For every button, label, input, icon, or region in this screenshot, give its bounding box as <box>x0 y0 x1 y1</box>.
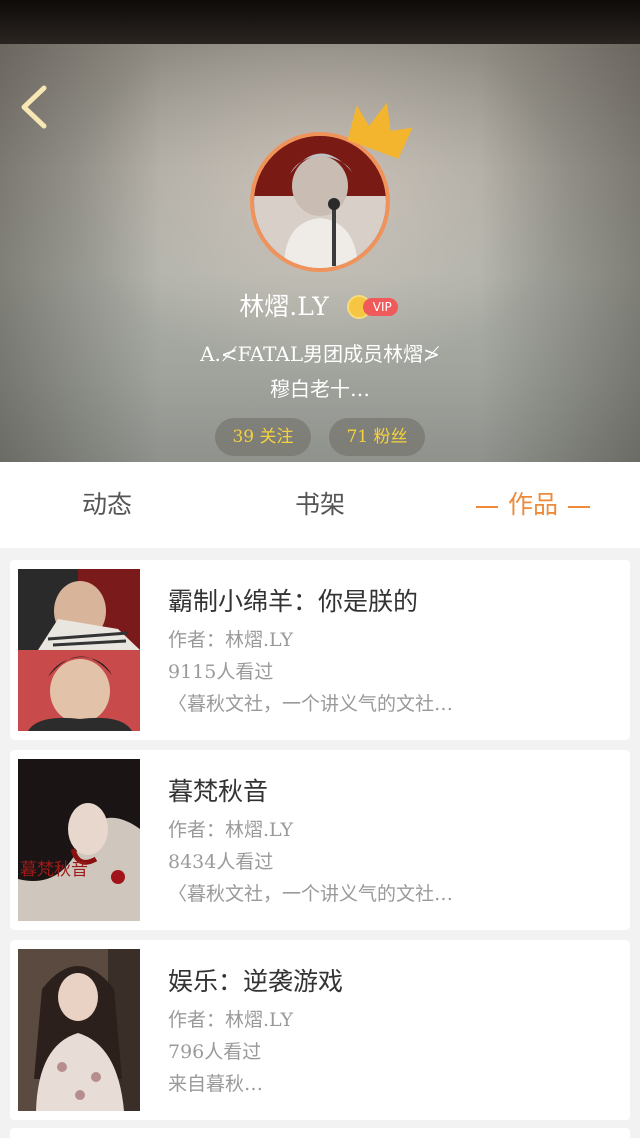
username-row: 林熠.LY VIP <box>0 289 640 325</box>
back-chevron-icon[interactable] <box>14 82 58 132</box>
cover-title: 暮梵秋音 <box>20 860 88 880</box>
book-author: 作者：林熠.LY <box>168 629 293 651</box>
tab-works[interactable]: 作品 <box>466 462 600 548</box>
book-description: 来自暮秋… <box>168 1073 264 1095</box>
work-card[interactable]: 暮梵秋音 暮梵秋音 作者：林熠.LY 8434人看过 〈暮秋文社，一个讲义气的文… <box>10 750 630 930</box>
tab-dynamic[interactable]: 动态 <box>40 462 174 548</box>
work-card[interactable]: 霸制小绵羊：你是朕的 作者：林熠.LY 9115人看过 〈暮秋文社，一个讲义气的… <box>10 560 630 740</box>
book-views: 8434人看过 <box>168 851 274 873</box>
book-title: 娱乐：逆袭游戏 <box>168 967 344 996</box>
bio-line-1: A.≮FATAL男团成员林熠≯ <box>200 342 440 366</box>
book-title: 暮梵秋音 <box>168 777 269 806</box>
book-cover <box>18 569 140 731</box>
tab-active-dash-left <box>476 505 498 508</box>
username: 林熠.LY <box>239 292 329 321</box>
book-views: 796人看过 <box>168 1041 262 1063</box>
book-description: 〈暮秋文社，一个讲义气的文社… <box>168 693 454 715</box>
book-title: 霸制小绵羊：你是朕的 <box>168 587 419 616</box>
following-button[interactable]: 39 关注 <box>215 418 311 456</box>
vip-label: VIP <box>362 298 398 316</box>
works-list: 霸制小绵羊：你是朕的 作者：林熠.LY 9115人看过 〈暮秋文社，一个讲义气的… <box>0 548 640 1138</box>
book-description: 〈暮秋文社，一个讲义气的文社… <box>168 883 454 905</box>
book-author: 作者：林熠.LY <box>168 819 293 841</box>
bio-line-2: 穆白老十… <box>270 377 370 401</box>
next-work-card-edge <box>10 1128 630 1138</box>
vip-badge: VIP <box>346 295 401 319</box>
book-views: 9115人看过 <box>168 661 274 683</box>
fans-button[interactable]: 71 粉丝 <box>329 418 425 456</box>
work-card[interactable]: 娱乐：逆袭游戏 作者：林熠.LY 796人看过 来自暮秋… <box>10 940 630 1120</box>
book-cover <box>18 949 140 1111</box>
crown-icon <box>347 102 413 159</box>
profile-header: 林熠.LY VIP A.≮FATAL男团成员林熠≯ 穆白老十… 39 关注 71 … <box>0 44 640 462</box>
tab-works-label: 作品 <box>508 490 559 519</box>
book-author: 作者：林熠.LY <box>168 1009 293 1031</box>
status-bar <box>0 0 640 44</box>
profile-bio: A.≮FATAL男团成员林熠≯ 穆白老十… <box>100 337 540 407</box>
tab-bar: 动态 书架 作品 <box>0 462 640 548</box>
tab-active-dash-right <box>568 505 591 508</box>
tab-bookshelf[interactable]: 书架 <box>253 462 387 548</box>
book-cover: 暮梵秋音 <box>18 759 140 921</box>
